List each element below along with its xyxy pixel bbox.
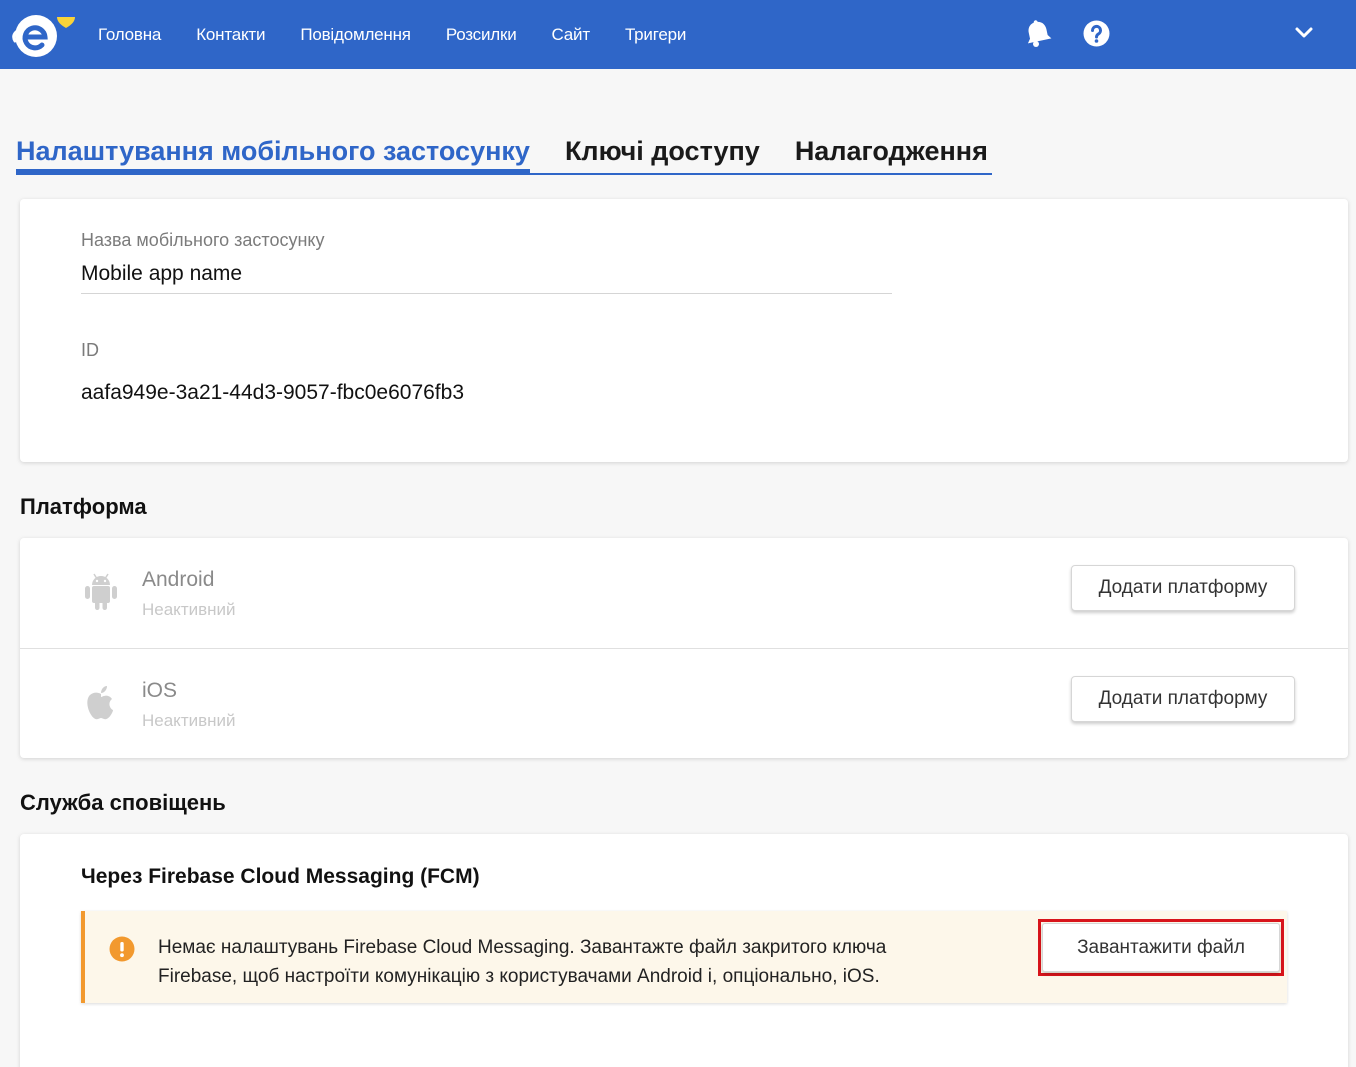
nav-messages[interactable]: Повідомлення: [300, 25, 411, 45]
app-name-label: Назва мобільного застосунку: [81, 230, 325, 250]
upload-file-button[interactable]: Завантажити файл: [1042, 923, 1280, 972]
android-status: Неактивний: [142, 600, 236, 619]
nav-triggers[interactable]: Тригери: [625, 25, 686, 45]
app-info-card: Назва мобільного застосунку Mobile app n…: [20, 199, 1348, 462]
platform-row-android: Android Неактивний Додати платформу: [20, 538, 1348, 648]
main-menu: Головна Контакти Повідомлення Розсилки С…: [98, 0, 686, 69]
apple-icon: [82, 683, 120, 723]
app-name-underline: [81, 293, 892, 294]
alert-message: Немає налаштувань Firebase Cloud Messagi…: [158, 933, 978, 991]
settings-tabs: Налаштування мобільного застосунку Ключі…: [16, 136, 1023, 173]
nav-campaigns[interactable]: Розсилки: [446, 25, 517, 45]
notifications-card: Через Firebase Cloud Messaging (FCM) Нем…: [20, 834, 1348, 1067]
fcm-title: Через Firebase Cloud Messaging (FCM): [81, 865, 480, 888]
tab-access-keys[interactable]: Ключі доступу: [565, 136, 760, 173]
nav-site[interactable]: Сайт: [552, 25, 591, 45]
nav-contacts[interactable]: Контакти: [196, 25, 265, 45]
fcm-warning-alert: Немає налаштувань Firebase Cloud Messagi…: [81, 911, 1287, 1003]
alert-message-line-2: Firebase, щоб настроїти комунікацію з ко…: [158, 966, 880, 987]
help-icon[interactable]: [1083, 20, 1110, 47]
notifications-section-title: Служба сповіщень: [20, 790, 226, 815]
alert-message-line-1: Немає налаштувань Firebase Cloud Messagi…: [158, 937, 887, 958]
tabs-underline: [16, 173, 992, 175]
warning-icon: [109, 936, 135, 962]
android-icon: [82, 571, 120, 611]
logo-icon[interactable]: [12, 8, 80, 60]
tab-mobile-app-settings[interactable]: Налаштування мобільного застосунку: [16, 136, 530, 173]
app-id-label: ID: [81, 340, 99, 360]
app-name-field[interactable]: Mobile app name: [81, 262, 242, 286]
app-id-value: aafa949e-3a21-44d3-9057-fbc0e6076fb3: [81, 381, 464, 404]
platform-card: Android Неактивний Додати платформу iOS …: [20, 538, 1348, 758]
bell-icon[interactable]: [1024, 18, 1052, 48]
top-navigation-bar: Головна Контакти Повідомлення Розсилки С…: [0, 0, 1356, 69]
ios-platform-name: iOS: [142, 679, 178, 702]
tab-debugging[interactable]: Налагодження: [795, 136, 988, 173]
chevron-down-icon[interactable]: [1292, 24, 1316, 42]
platform-row-ios: iOS Неактивний Додати платформу: [20, 649, 1348, 759]
add-android-platform-button[interactable]: Додати платформу: [1071, 565, 1295, 611]
platform-section-title: Платформа: [20, 494, 147, 519]
nav-home[interactable]: Головна: [98, 25, 161, 45]
add-ios-platform-button[interactable]: Додати платформу: [1071, 676, 1295, 722]
android-platform-name: Android: [142, 568, 215, 591]
ios-status: Неактивний: [142, 711, 236, 730]
